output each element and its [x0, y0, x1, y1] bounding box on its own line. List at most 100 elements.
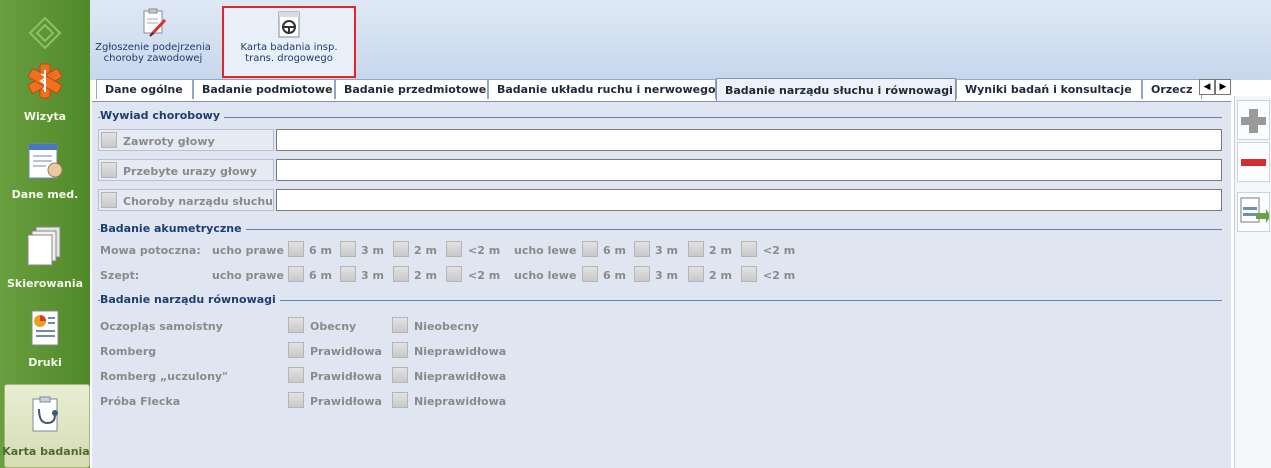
option-label: Nieprawidłowa — [414, 395, 507, 408]
nav-item-karta-badania[interactable]: Karta badania — [2, 384, 90, 468]
distance-label: <2 m — [468, 269, 501, 282]
exam-card-icon — [32, 396, 58, 432]
checkbox-mowa-left-6m[interactable] — [582, 241, 598, 257]
checkbox-mowa-right-3m[interactable] — [340, 241, 356, 257]
distance-label: 6 m — [309, 269, 332, 282]
akumetria-row-label: Szept: — [100, 269, 140, 282]
checkbox-szept-right-6m[interactable] — [288, 266, 304, 282]
checkbox-szept-right-lt2m[interactable] — [446, 266, 462, 282]
ear-right-label: ucho prawe — [212, 244, 284, 257]
checkbox-oczoplas-obecny[interactable] — [288, 317, 304, 333]
checkbox-romberg-nieprawidlowa[interactable] — [392, 342, 408, 358]
ribbon-button-label-line1: Karta badania insp. — [240, 42, 338, 53]
tab-badanie-przedmiotowe[interactable]: Badanie przedmiotowe — [335, 79, 488, 99]
distance-label: <2 m — [468, 244, 501, 257]
nav-item-druki[interactable]: Druki — [0, 306, 90, 378]
distance-label: 2 m — [709, 269, 732, 282]
ribbon-button-label-line2: choroby zawodowej — [103, 53, 203, 64]
tab-scroll-right-button[interactable]: ▶ — [1215, 79, 1231, 95]
akumetria-row-label: Mowa potoczna: — [100, 244, 201, 257]
nav-item-dane-med[interactable]: Dane med. — [0, 138, 90, 210]
nav-item-wizyta[interactable]: Wizyta — [0, 58, 90, 130]
checkbox-mowa-left-2m[interactable] — [688, 241, 704, 257]
remove-button[interactable] — [1237, 142, 1270, 182]
tab-wyniki-badan[interactable]: Wyniki badań i konsultacje — [956, 79, 1142, 99]
nav-label-wizyta: Wizyta — [23, 110, 67, 123]
checkbox-choroby-narzadu-sluchu[interactable] — [101, 192, 117, 208]
checkbox-szept-left-2m[interactable] — [688, 266, 704, 282]
distance-label: 3 m — [655, 269, 678, 282]
distance-label: 3 m — [361, 244, 384, 257]
ribbon-button-label-line2: trans. drogowego — [245, 53, 333, 64]
section-divider — [98, 229, 1222, 230]
nav-label-karta-badania: Karta badania — [2, 445, 90, 458]
label-przebyte-urazy-glowy: Przebyte urazy głowy — [123, 165, 257, 178]
tab-scroll-left-button[interactable]: ◀ — [1199, 79, 1215, 95]
ear-left-label: ucho lewe — [514, 244, 577, 257]
medical-star-icon — [28, 63, 62, 99]
checkbox-mowa-right-lt2m[interactable] — [446, 241, 462, 257]
ribbon-button-label-line1: Zgłoszenie podejrzenia — [95, 42, 211, 53]
distance-label: 6 m — [603, 269, 626, 282]
checkbox-mowa-left-lt2m[interactable] — [741, 241, 757, 257]
tab-orzeczenie[interactable]: Orzecz — [1142, 79, 1202, 99]
tab-badanie-narzadu-sluchu[interactable]: Badanie narządu słuchu i równowagi — [716, 78, 956, 101]
label-romberg: Romberg — [100, 345, 157, 358]
distance-label: 3 m — [655, 244, 678, 257]
app-logo-icon — [28, 16, 62, 50]
app-window: Wizyta Dane med. Skierowania Druki Karta… — [0, 0, 1271, 468]
document-export-icon — [1240, 197, 1271, 223]
tab-badanie-ukladu-ruchu[interactable]: Badanie układu ruchu i nerwowego — [488, 79, 716, 99]
input-choroby-narzadu-sluchu[interactable] — [276, 189, 1222, 211]
left-navigation: Wizyta Dane med. Skierowania Druki Karta… — [0, 0, 90, 468]
checkbox-mowa-right-2m[interactable] — [393, 241, 409, 257]
exam-form-panel: Wywiad chorobowy Zawroty głowy Przebyte … — [92, 101, 1231, 468]
option-label: Obecny — [310, 320, 357, 333]
option-label: Prawidłowa — [310, 345, 382, 358]
tab-badanie-podmiotowe[interactable]: Badanie podmiotowe — [193, 79, 335, 99]
checkbox-romberg-uczulony-nieprawidlowa[interactable] — [392, 367, 408, 383]
checkbox-szept-right-2m[interactable] — [393, 266, 409, 282]
export-button[interactable] — [1237, 192, 1271, 232]
checkbox-flecka-prawidlowa[interactable] — [288, 392, 304, 408]
nav-item-skierowania[interactable]: Skierowania — [0, 222, 90, 294]
ribbon-toolbar: Zgłoszenie podejrzenia choroby zawodowej… — [90, 0, 1271, 80]
distance-label: 6 m — [309, 244, 332, 257]
distance-label: <2 m — [763, 244, 796, 257]
add-button[interactable] — [1237, 100, 1270, 140]
option-label: Prawidłowa — [310, 395, 382, 408]
ribbon-button-transport-inspection-card[interactable]: Karta badania insp. trans. drogowego — [222, 6, 356, 78]
input-przebyte-urazy-glowy[interactable] — [276, 159, 1222, 181]
plus-icon — [1241, 109, 1266, 133]
referrals-icon — [27, 226, 61, 266]
checkbox-mowa-right-6m[interactable] — [288, 241, 304, 257]
option-label: Nieprawidłowa — [414, 345, 507, 358]
section-title-akumetryczne: Badanie akumetryczne — [100, 222, 246, 235]
checkbox-romberg-uczulony-prawidlowa[interactable] — [288, 367, 304, 383]
print-forms-icon — [31, 310, 59, 346]
checkbox-flecka-nieprawidlowa[interactable] — [392, 392, 408, 408]
checkbox-szept-left-3m[interactable] — [634, 266, 650, 282]
checkbox-zawroty-glowy[interactable] — [101, 132, 117, 148]
label-romberg-uczulony: Romberg „uczulony" — [100, 370, 228, 383]
tab-dane-ogolne[interactable]: Dane ogólne — [96, 79, 193, 99]
checkbox-mowa-left-3m[interactable] — [634, 241, 650, 257]
section-title-wywiad: Wywiad chorobowy — [100, 109, 225, 122]
section-divider — [98, 117, 1222, 118]
checkbox-szept-right-3m[interactable] — [340, 266, 356, 282]
nav-label-skierowania: Skierowania — [6, 277, 84, 290]
option-label: Prawidłowa — [310, 370, 382, 383]
checkbox-szept-left-lt2m[interactable] — [741, 266, 757, 282]
ribbon-button-occupational-disease[interactable]: Zgłoszenie podejrzenia choroby zawodowej — [90, 6, 216, 78]
distance-label: 2 m — [414, 244, 437, 257]
checkbox-szept-left-6m[interactable] — [582, 266, 598, 282]
checkbox-przebyte-urazy-glowy[interactable] — [101, 162, 117, 178]
distance-label: 2 m — [709, 244, 732, 257]
medical-data-icon — [28, 143, 63, 179]
input-zawroty-glowy[interactable] — [276, 129, 1222, 151]
ear-left-label: ucho lewe — [514, 269, 577, 282]
checkbox-oczoplas-nieobecny[interactable] — [392, 317, 408, 333]
distance-label: 6 m — [603, 244, 626, 257]
checkbox-romberg-prawidlowa[interactable] — [288, 342, 304, 358]
occupational-disease-report-icon — [143, 8, 167, 37]
